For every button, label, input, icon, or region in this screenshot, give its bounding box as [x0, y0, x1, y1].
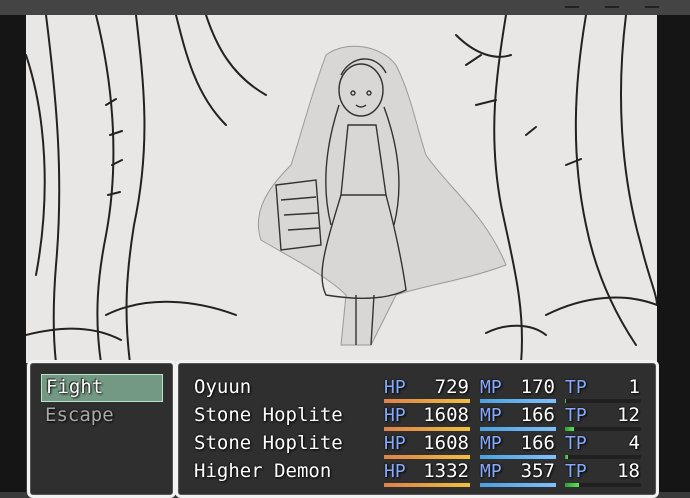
party-command-window: Fight Escape: [27, 360, 176, 498]
fight-command-label: Fight: [46, 376, 104, 398]
tp-value: 18: [617, 460, 640, 482]
tp-value: 12: [617, 404, 640, 426]
hp-value: 1332: [423, 460, 469, 482]
party-member-row[interactable]: Higher Demon HP 1332 MP 357 TP 18: [178, 458, 656, 487]
hp-gauge: [384, 483, 470, 487]
hp-label: HP: [384, 405, 406, 426]
mp-label: MP: [480, 461, 502, 482]
hp-value: 1608: [423, 432, 469, 454]
title-bar: [0, 0, 690, 15]
member-name: Stone Hoplite: [194, 404, 343, 426]
mp-label: MP: [480, 377, 502, 398]
mp-value: 357: [520, 460, 555, 482]
member-name: Oyuun: [194, 376, 252, 398]
battle-scene: [26, 15, 657, 363]
hp-label: HP: [384, 377, 406, 398]
hp-value: 1608: [423, 404, 469, 426]
mp-gauge: [480, 483, 556, 487]
title-bar-tick: [645, 6, 659, 8]
battle-status-window: Oyuun HP 729 MP 170 TP 1 Stone Hoplite H…: [175, 360, 659, 498]
hp-value: 729: [434, 376, 469, 398]
fight-command[interactable]: Fight: [41, 374, 163, 402]
member-name: Higher Demon: [194, 460, 332, 482]
tp-label: TP: [565, 405, 587, 426]
letterbox-right: [657, 15, 690, 492]
mp-value: 166: [520, 432, 555, 454]
hp-label: HP: [384, 433, 406, 454]
party-member-row[interactable]: Stone Hoplite HP 1608 MP 166 TP 4: [178, 430, 656, 459]
tp-label: TP: [565, 433, 587, 454]
mp-label: MP: [480, 433, 502, 454]
member-name: Stone Hoplite: [194, 432, 343, 454]
tp-label: TP: [565, 461, 587, 482]
letterbox-left: [0, 15, 26, 492]
enemy-character-sprite: [257, 45, 507, 346]
title-bar-tick: [565, 6, 579, 8]
escape-command-label: Escape: [45, 404, 114, 426]
mp-value: 166: [520, 404, 555, 426]
tp-value: 1: [628, 376, 640, 398]
party-member-row[interactable]: Stone Hoplite HP 1608 MP 166 TP 12: [178, 402, 656, 431]
tp-label: TP: [565, 377, 587, 398]
forest-sketch-background: [26, 15, 657, 363]
title-bar-tick: [605, 6, 619, 8]
tp-value: 4: [628, 432, 640, 454]
escape-command[interactable]: Escape: [41, 403, 161, 429]
mp-label: MP: [480, 405, 502, 426]
mp-value: 170: [520, 376, 555, 398]
hp-label: HP: [384, 461, 406, 482]
tp-gauge: [565, 483, 641, 487]
party-member-row[interactable]: Oyuun HP 729 MP 170 TP 1: [178, 374, 656, 403]
